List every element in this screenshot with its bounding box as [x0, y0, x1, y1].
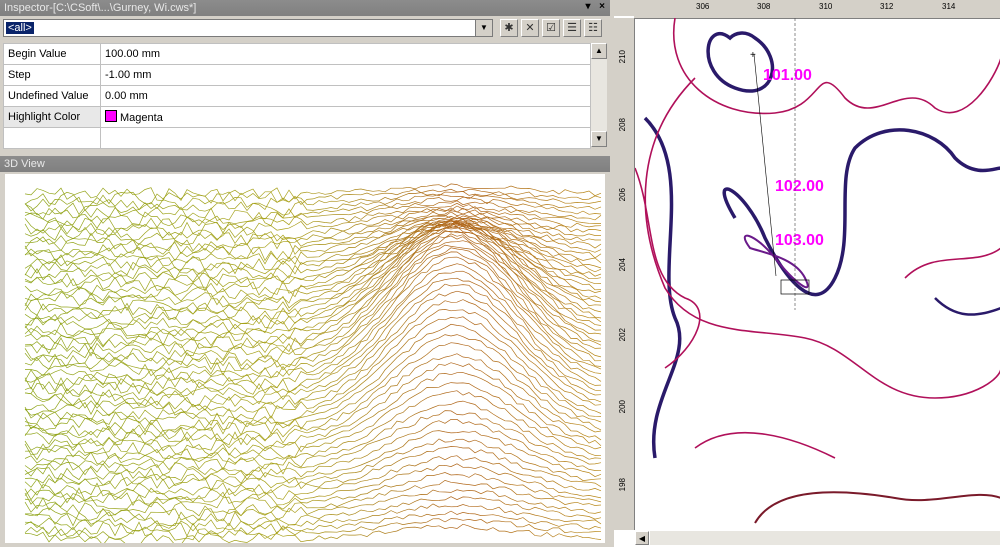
ruler-y-label: 198 — [618, 478, 627, 492]
color-swatch — [105, 110, 117, 122]
ruler-y-label: 204 — [618, 258, 627, 272]
map-contour-line — [643, 116, 682, 459]
contour-label: 103.00 — [775, 232, 824, 249]
property-grid: Begin Value 100.00 mm Step -1.00 mm Unde… — [3, 43, 591, 149]
contour-label: 102.00 — [775, 178, 824, 195]
map-contour-line — [754, 491, 1000, 524]
property-row[interactable]: Highlight Color Magenta — [3, 106, 591, 128]
terrain-contour-line — [24, 430, 602, 487]
ruler-y-label: 208 — [618, 118, 627, 132]
property-value[interactable]: 100.00 mm — [100, 43, 591, 65]
property-name: Step — [3, 64, 101, 86]
terrain-contour-line — [24, 220, 602, 292]
property-name: Highlight Color — [3, 106, 101, 128]
inspector-title: Inspector-[C:\CSoft\...\Gurney, Wi.cws*] — [4, 2, 197, 14]
terrain-contour-line — [24, 455, 602, 502]
ruler-y-label: 200 — [618, 400, 627, 414]
contour-label: 101.00 — [763, 67, 812, 84]
map-hscroll[interactable] — [650, 531, 1000, 545]
terrain-contour-line — [24, 510, 602, 537]
view3d-title: 3D View — [4, 158, 45, 170]
property-name: Begin Value — [3, 43, 101, 65]
terrain-contour-line — [24, 446, 602, 497]
check-icon[interactable]: ☑ — [542, 19, 560, 37]
filter-combo[interactable]: <all> ▼ — [3, 19, 493, 37]
inspector-panel: Inspector-[C:\CSoft\...\Gurney, Wi.cws*]… — [0, 0, 610, 152]
property-row[interactable]: Step -1.00 mm — [3, 64, 591, 86]
property-value[interactable]: 0.00 mm — [100, 85, 591, 107]
map-contour-line — [694, 431, 836, 459]
ruler-x-label: 310 — [819, 2, 833, 11]
terrain-contour-line — [24, 362, 602, 452]
map-contours — [635, 18, 1000, 524]
ruler-x-label: 306 — [696, 2, 710, 11]
inspector-titlebar: Inspector-[C:\CSoft\...\Gurney, Wi.cws*]… — [0, 0, 610, 16]
details-icon[interactable]: ☷ — [584, 19, 602, 37]
minimize-icon[interactable]: ▾ — [582, 0, 594, 14]
property-name: Undefined Value — [3, 85, 101, 107]
terrain-contour-line — [24, 400, 602, 471]
ruler-x-label: 314 — [942, 2, 956, 11]
terrain-contour-line — [24, 390, 602, 466]
ruler-y-label: 210 — [618, 50, 627, 64]
ruler-x-label: 308 — [757, 2, 771, 11]
terrain-3d-canvas[interactable] — [5, 174, 605, 543]
map-scroll-left-icon[interactable]: ◀ — [635, 531, 649, 545]
terrain-contours — [24, 183, 602, 543]
inspector-scrollbar[interactable]: ▲ ▼ — [591, 43, 607, 147]
terrain-contour-line — [24, 523, 602, 543]
terrain-contour-line — [24, 290, 602, 412]
terrain-contour-line — [24, 299, 602, 417]
terrain-contour-line — [24, 309, 602, 422]
ruler-y-label: 206 — [618, 188, 627, 202]
list-icon[interactable]: ☰ — [563, 19, 581, 37]
map-contour-line — [934, 297, 1000, 316]
terrain-contour-line — [24, 183, 602, 202]
crosshair-icon: + — [750, 50, 756, 61]
terrain-contour-line — [24, 342, 602, 442]
close-icon[interactable]: × — [596, 0, 608, 14]
scroll-up-icon[interactable]: ▲ — [591, 43, 607, 59]
empty-row — [3, 127, 591, 149]
filter-value: <all> — [6, 22, 34, 34]
new-icon[interactable]: ✱ — [500, 19, 518, 37]
highlight-color-value: Magenta — [120, 112, 163, 124]
map-panel: ▾ × 306308310312314 21020820620420220019… — [614, 0, 1000, 547]
view3d-panel: 3D View — [0, 156, 610, 547]
view3d-titlebar: 3D View — [0, 156, 610, 172]
ruler-y-label: 202 — [618, 328, 627, 342]
ruler-x-label: 312 — [880, 2, 894, 11]
ruler-horizontal: 306 308 310 312 314 — [634, 0, 1000, 19]
property-value[interactable]: -1.00 mm — [100, 64, 591, 86]
terrain-contour-line — [24, 218, 602, 282]
map-contour-line — [904, 247, 1000, 279]
map-contour-line — [722, 128, 1000, 297]
terrain-contour-line — [24, 418, 602, 481]
delete-icon[interactable]: ✕ — [521, 19, 539, 37]
property-row[interactable]: Begin Value 100.00 mm — [3, 43, 591, 65]
ruler-vertical: 210 208 206 204 202 200 198 — [614, 18, 635, 530]
property-row[interactable]: Undefined Value 0.00 mm — [3, 85, 591, 107]
scroll-down-icon[interactable]: ▼ — [591, 131, 607, 147]
contour-map-canvas[interactable]: 101.00 102.00 103.00 + — [635, 18, 1000, 530]
property-value[interactable]: Magenta — [100, 106, 591, 128]
dropdown-arrow-icon[interactable]: ▼ — [475, 20, 492, 36]
